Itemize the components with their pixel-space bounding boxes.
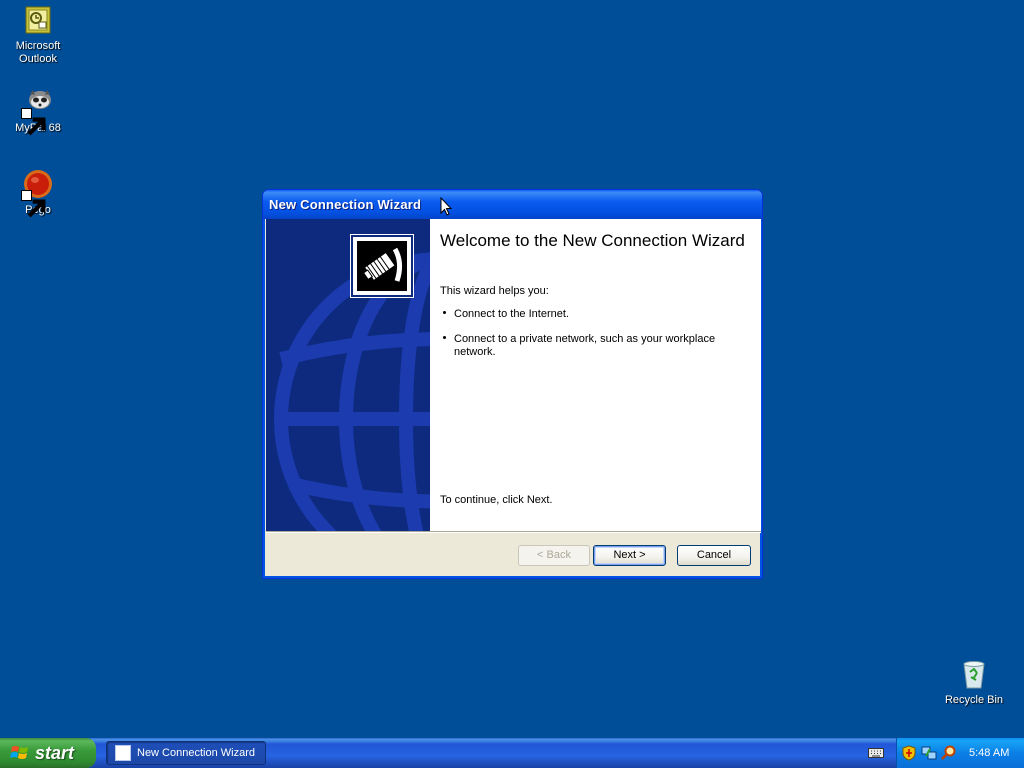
taskbar-item-label: New Connection Wizard bbox=[137, 747, 255, 759]
shortcut-arrow-icon bbox=[21, 190, 46, 218]
wizard-intro: This wizard helps you: bbox=[440, 285, 549, 297]
cancel-button[interactable]: Cancel bbox=[677, 545, 751, 566]
desktop-icon-label: Microsoft Outlook bbox=[15, 40, 61, 65]
window-title: New Connection Wizard bbox=[269, 197, 422, 212]
wizard-bullet-list: Connect to the Internet. Connect to a pr… bbox=[440, 308, 740, 371]
start-label: start bbox=[35, 742, 75, 763]
next-button[interactable]: Next > bbox=[593, 545, 666, 566]
network-icon[interactable] bbox=[921, 745, 937, 761]
desktop-icon-recycle-bin[interactable]: Recycle Bin bbox=[936, 658, 1012, 707]
pego-icon bbox=[21, 168, 54, 218]
clock: 5:48 AM bbox=[969, 747, 1010, 759]
system-tray: 5:48 AM bbox=[896, 738, 1024, 768]
security-shield-icon[interactable] bbox=[901, 745, 917, 761]
wizard-side-banner bbox=[266, 219, 430, 531]
mouse-cursor-icon bbox=[440, 197, 453, 216]
list-item: Connect to a private network, such as yo… bbox=[440, 333, 740, 359]
mypal-icon bbox=[21, 86, 54, 136]
desktop-icon-outlook[interactable]: Microsoft Outlook bbox=[0, 4, 76, 66]
back-button[interactable]: < Back bbox=[518, 545, 590, 566]
network-cable-icon bbox=[350, 234, 414, 298]
wizard-heading: Welcome to the New Connection Wizard bbox=[440, 231, 745, 250]
taskbar-item-new-connection-wizard[interactable]: New Connection Wizard bbox=[106, 741, 266, 765]
recycle-bin-icon bbox=[958, 658, 990, 690]
outlook-icon bbox=[22, 4, 54, 36]
start-button[interactable]: start bbox=[0, 738, 96, 768]
wizard-content: Welcome to the New Connection Wizard Thi… bbox=[430, 219, 761, 531]
desktop-icon-label: Recycle Bin bbox=[944, 694, 1004, 706]
wizard-window: New Connection Wizard Welcome to the New… bbox=[262, 189, 763, 579]
title-bar[interactable]: New Connection Wizard bbox=[263, 190, 762, 219]
windows-logo-icon bbox=[10, 746, 28, 759]
list-item: Connect to the Internet. bbox=[440, 308, 740, 321]
wizard-client-area: Welcome to the New Connection Wizard Thi… bbox=[266, 219, 761, 575]
taskbar: start New Connection Wizard 5:48 AM bbox=[0, 738, 1024, 768]
search-icon[interactable] bbox=[941, 745, 957, 761]
keyboard-icon[interactable] bbox=[868, 746, 884, 759]
continue-instruction: To continue, click Next. bbox=[440, 494, 553, 506]
divider bbox=[266, 531, 761, 533]
shortcut-arrow-icon bbox=[21, 108, 46, 136]
desktop-icon-pego[interactable]: Pego bbox=[0, 168, 76, 218]
desktop-icon-mypal[interactable]: MyPal 68 bbox=[0, 86, 76, 136]
wizard-app-icon bbox=[115, 745, 131, 761]
